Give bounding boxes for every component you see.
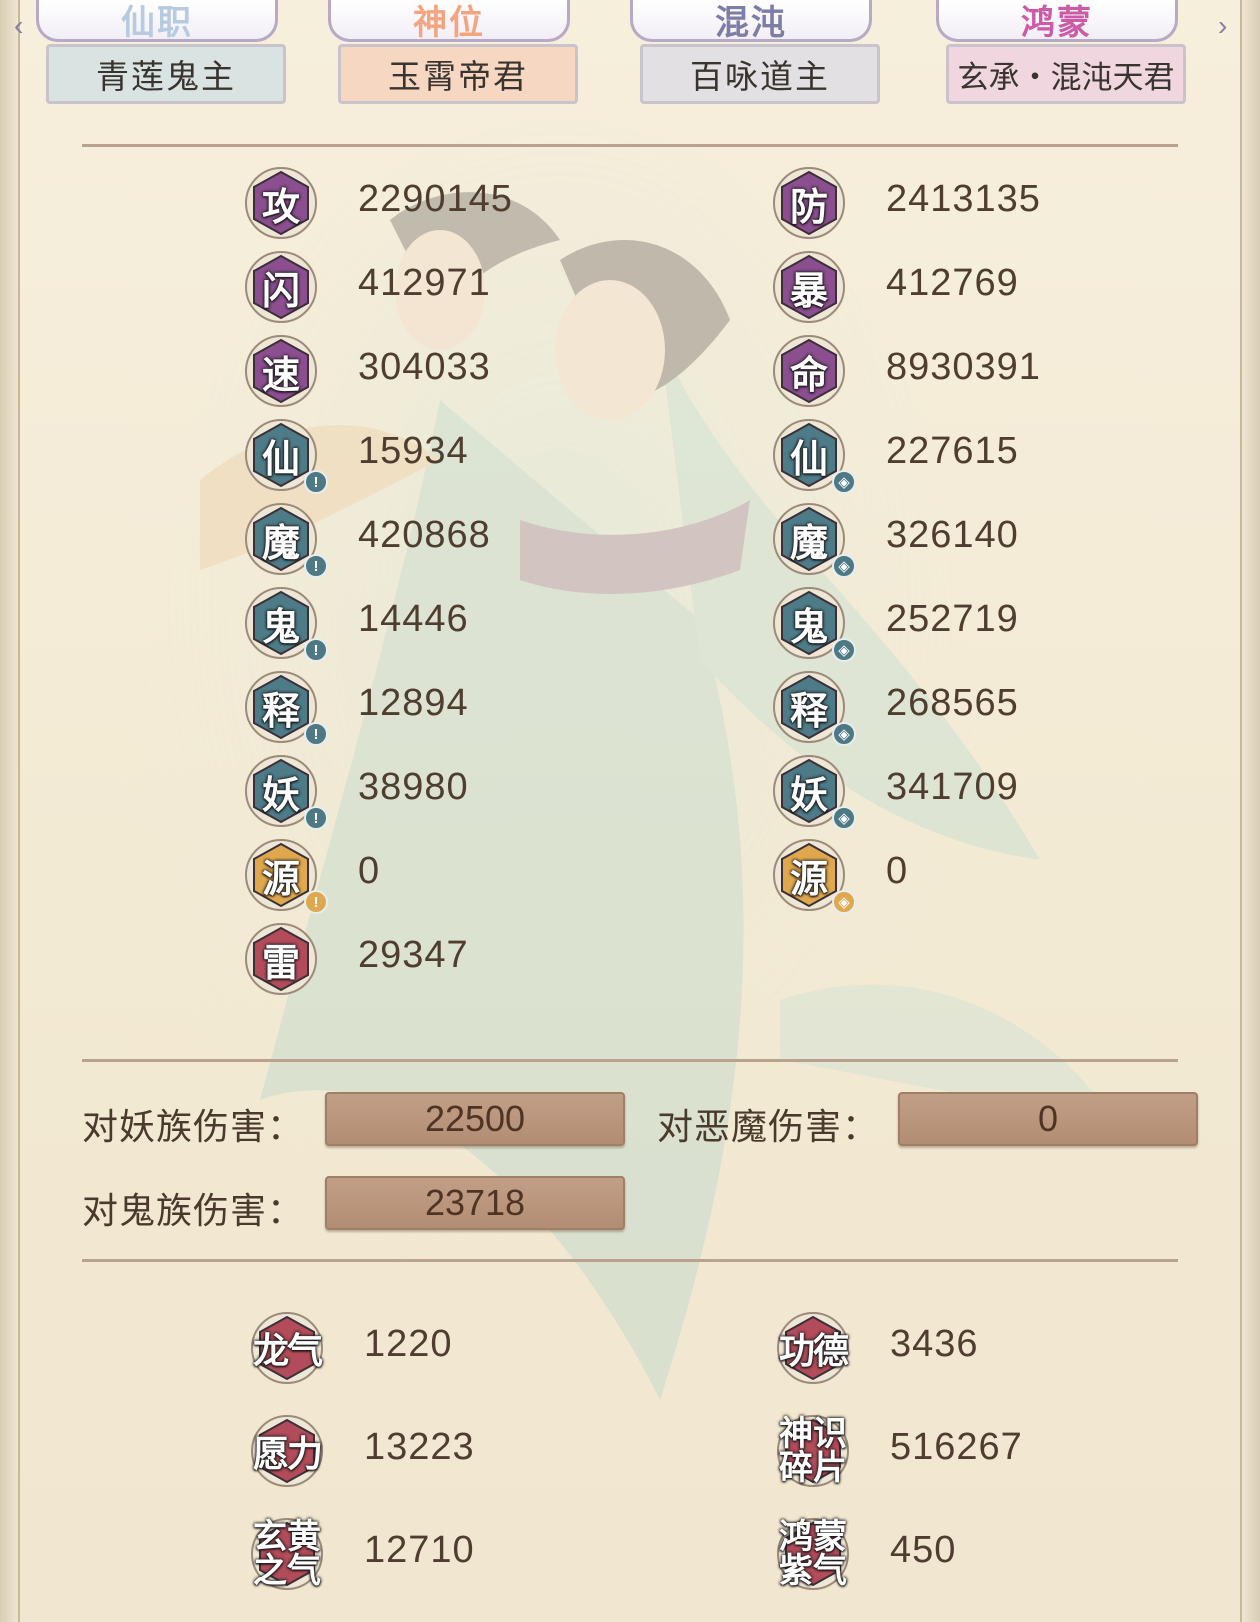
shield-mark-icon: ◈ (832, 638, 856, 662)
resource-value: 516267 (890, 1426, 1023, 1468)
stat-badge-icon: 命 (772, 334, 846, 408)
stat-badge-label: 雷 (261, 939, 300, 985)
resource-label-line: 紫气 (779, 1551, 847, 1591)
resource-badge-icon: 功德 (776, 1311, 850, 1385)
resource-value: 1220 (364, 1323, 453, 1365)
stat-value: 8930391 (886, 346, 1041, 388)
tab-title: 玉霄帝君 (338, 44, 578, 104)
stat-badge-icon: 防 (772, 166, 846, 240)
attack-mark-icon: ! (304, 890, 328, 914)
stat-badge-label: 防 (789, 183, 828, 229)
tab-shenwei[interactable]: 神位 玉霄帝君 (310, 0, 580, 112)
stat-value: 326140 (886, 514, 1019, 556)
attack-mark-icon: ! (304, 470, 328, 494)
stat-value: 304033 (358, 346, 491, 388)
shield-mark-icon: ◈ (832, 554, 856, 578)
stat-value: 15934 (358, 430, 469, 472)
tab-xianzhi[interactable]: 仙职 青莲鬼主 (18, 0, 288, 112)
damage-vs-yao-value: 22500 (325, 1092, 625, 1146)
tab-hundun[interactable]: 混沌 百咏道主 (612, 0, 882, 112)
resource-label: 愿力 (252, 1433, 323, 1475)
resource-badge-icon: 鸿蒙 紫气 (776, 1517, 850, 1591)
resource-value: 13223 (364, 1426, 475, 1468)
stat-value: 14446 (358, 598, 469, 640)
damage-vs-demon-value: 0 (898, 1092, 1198, 1146)
tab-header: 神位 (328, 0, 570, 42)
shield-mark-icon: ◈ (832, 470, 856, 494)
stat-badge-icon: 攻 (244, 166, 318, 240)
resource-label-line: 玄黄 (253, 1517, 321, 1557)
divider-top (82, 144, 1178, 147)
damage-vs-yao-label: 对妖族伤害： (82, 1106, 305, 1147)
attack-mark-icon: ! (304, 638, 328, 662)
stat-value: 12894 (358, 682, 469, 724)
shield-mark-icon: ◈ (832, 806, 856, 830)
next-tab-arrow-icon[interactable]: › (1218, 10, 1227, 42)
stat-value: 412769 (886, 262, 1019, 304)
stat-badge-label: 速 (261, 351, 300, 397)
shield-mark-icon: ◈ (832, 890, 856, 914)
tab-title: 青莲鬼主 (46, 44, 286, 104)
stat-badge-icon: 暴 (772, 250, 846, 324)
resource-label: 神识 碎片 (776, 1414, 850, 1488)
damage-vs-ghost-label: 对鬼族伤害： (82, 1190, 305, 1231)
resource-badge-icon: 玄黄 之气 (250, 1517, 324, 1591)
stat-value: 341709 (886, 766, 1019, 808)
right-frame-border (1240, 0, 1260, 1622)
stat-value: 2413135 (886, 178, 1041, 220)
stat-badge-label: 攻 (261, 183, 300, 229)
resource-label-line: 之气 (253, 1551, 321, 1591)
resource-value: 12710 (364, 1529, 475, 1571)
stat-badge-label: 闪 (261, 267, 300, 313)
stat-value: 38980 (358, 766, 469, 808)
stat-badge-label: 暴 (789, 267, 828, 313)
resource-label: 功德 (778, 1330, 849, 1372)
stat-value: 227615 (886, 430, 1019, 472)
tab-header: 仙职 (36, 0, 278, 42)
attribute-panel: ‹ › 仙职 青莲鬼主 神位 玉霄帝君 混沌 百咏道主 鸿蒙 玄承・混沌天君 攻… (0, 0, 1260, 1622)
damage-vs-ghost-value: 23718 (325, 1176, 625, 1230)
divider-bottom (82, 1259, 1178, 1262)
resource-label: 龙气 (252, 1330, 323, 1372)
stat-badge-icon: 闪 (244, 250, 318, 324)
attack-mark-icon: ! (304, 554, 328, 578)
tab-hongmeng[interactable]: 鸿蒙 玄承・混沌天君 (918, 0, 1188, 112)
stat-badge-icon: 雷 (244, 922, 318, 996)
tab-header: 鸿蒙 (936, 0, 1178, 42)
resource-label: 玄黄 之气 (250, 1517, 324, 1591)
attack-mark-icon: ! (304, 806, 328, 830)
left-frame-border (0, 0, 20, 1622)
resource-label-line: 鸿蒙 (779, 1517, 847, 1557)
resource-badge-icon: 愿力 (250, 1414, 324, 1488)
stat-value: 29347 (358, 934, 469, 976)
stat-value: 2290145 (358, 178, 513, 220)
stat-value: 0 (886, 850, 909, 892)
stat-badge-label: 命 (789, 351, 828, 397)
resource-label: 鸿蒙 紫气 (776, 1517, 850, 1591)
resource-value: 450 (890, 1529, 957, 1571)
damage-vs-demon-label: 对恶魔伤害： (657, 1106, 880, 1147)
resource-badge-icon: 龙气 (250, 1311, 324, 1385)
stat-value: 412971 (358, 262, 491, 304)
tab-header: 混沌 (630, 0, 872, 42)
stat-value: 420868 (358, 514, 491, 556)
tab-title: 百咏道主 (640, 44, 880, 104)
resource-badge-icon: 神识 碎片 (776, 1414, 850, 1488)
resource-label-line: 碎片 (779, 1448, 847, 1488)
resource-label-line: 神识 (779, 1414, 847, 1454)
stat-value: 268565 (886, 682, 1019, 724)
shield-mark-icon: ◈ (832, 722, 856, 746)
attack-mark-icon: ! (304, 722, 328, 746)
divider-middle (82, 1059, 1178, 1062)
tab-title: 玄承・混沌天君 (946, 44, 1186, 104)
stat-badge-icon: 速 (244, 334, 318, 408)
stat-value: 252719 (886, 598, 1019, 640)
stat-value: 0 (358, 850, 381, 892)
resource-value: 3436 (890, 1323, 979, 1365)
